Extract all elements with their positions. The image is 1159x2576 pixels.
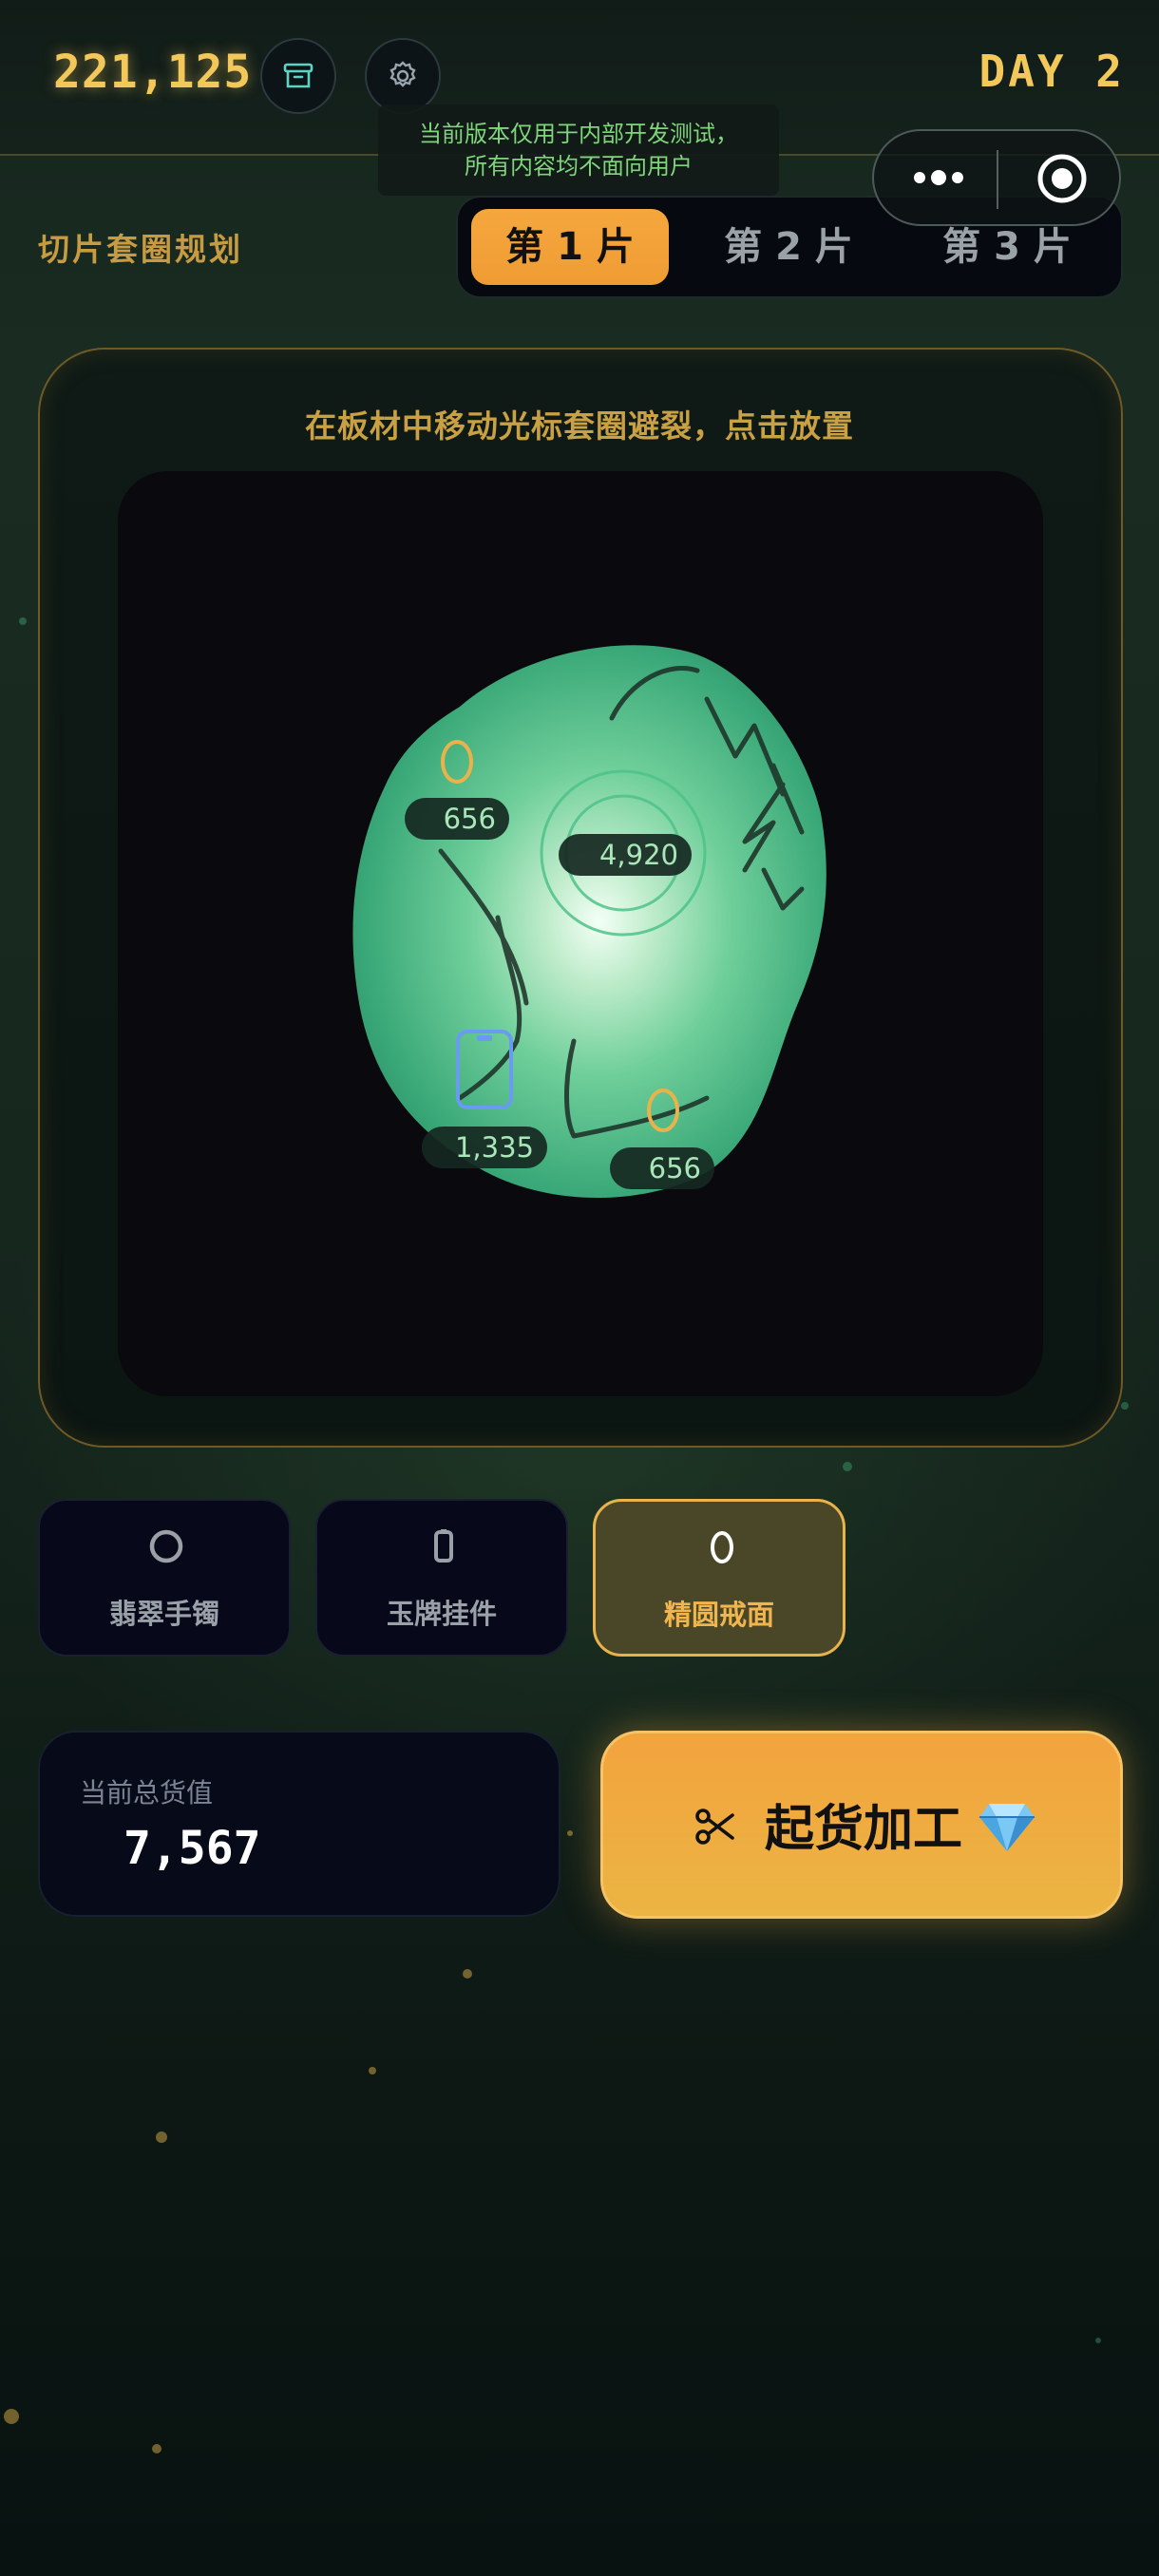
- game-screen: 221,125 DAY 2 当前版本仅用于内部开发测试， 所有内容均不面向用户: [0, 0, 1159, 2576]
- dev-notice: 当前版本仅用于内部开发测试， 所有内容均不面向用户: [378, 104, 779, 196]
- dev-notice-line1: 当前版本仅用于内部开发测试，: [419, 121, 738, 147]
- more-dots-icon: [914, 170, 963, 185]
- ambient-particles: [4, 617, 1129, 2453]
- miniapp-capsule: [872, 129, 1121, 226]
- capsule-divider: [997, 150, 998, 209]
- more-button[interactable]: [891, 144, 986, 211]
- close-miniapp-button[interactable]: [1016, 144, 1108, 211]
- dev-notice-line2: 所有内容均不面向用户: [465, 153, 693, 180]
- close-target-icon: [1037, 154, 1087, 203]
